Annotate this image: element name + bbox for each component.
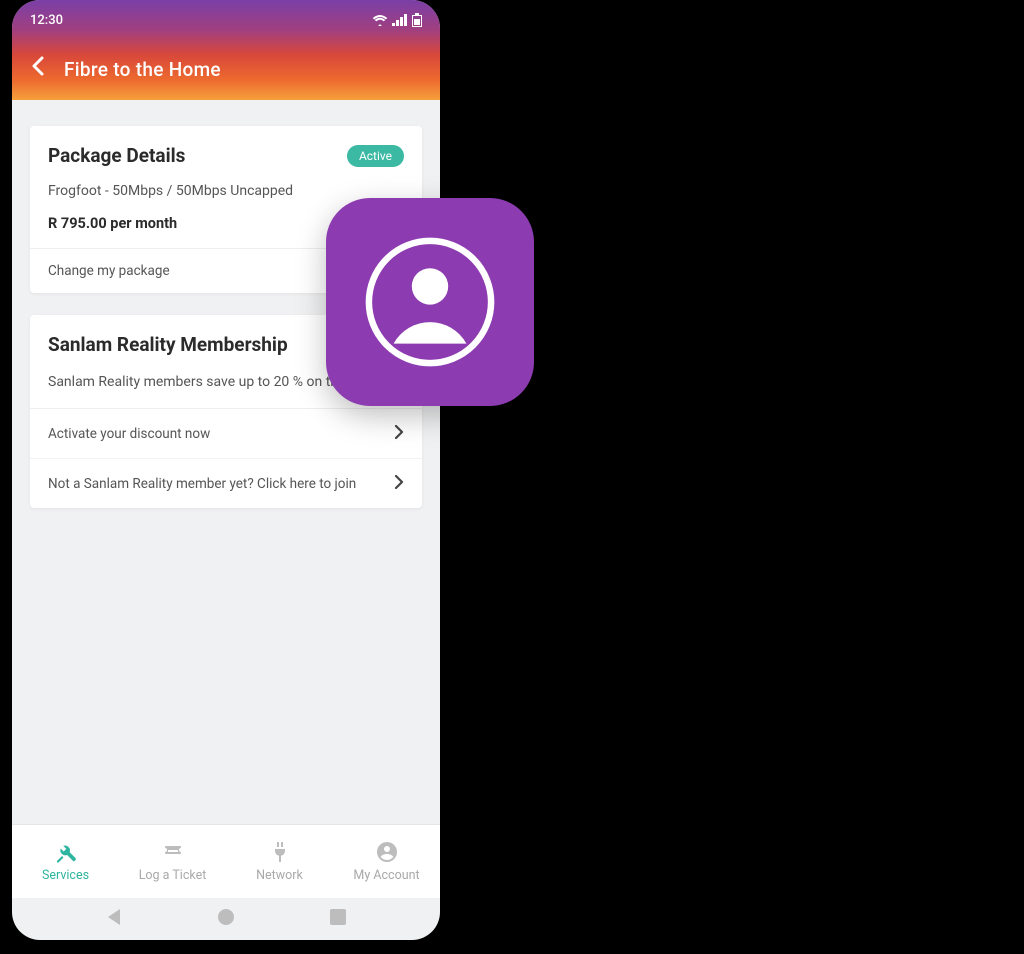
package-title: Package Details: [48, 144, 185, 167]
account-icon: [375, 840, 399, 864]
android-nav-bar: [12, 898, 440, 940]
profile-app-tile[interactable]: [326, 198, 534, 406]
battery-icon: [412, 13, 422, 27]
change-package-label: Change my package: [48, 263, 170, 279]
wifi-icon: [372, 14, 388, 26]
ticket-icon: [161, 840, 185, 864]
nav-services[interactable]: Services: [12, 825, 119, 898]
status-bar: 12:30: [30, 8, 422, 32]
android-back-button[interactable]: [103, 906, 125, 932]
plug-icon: [268, 840, 292, 864]
nav-log-ticket[interactable]: Log a Ticket: [119, 825, 226, 898]
nav-network[interactable]: Network: [226, 825, 333, 898]
nav-network-label: Network: [256, 868, 303, 883]
nav-my-account[interactable]: My Account: [333, 825, 440, 898]
chevron-right-icon: [394, 473, 404, 494]
android-recents-button[interactable]: [327, 906, 349, 932]
nav-services-label: Services: [42, 868, 89, 883]
back-button[interactable]: [30, 56, 44, 82]
person-circle-icon: [365, 237, 495, 367]
status-badge: Active: [347, 145, 404, 167]
status-icons: [372, 13, 422, 27]
status-time: 12:30: [30, 13, 63, 28]
activate-discount-link[interactable]: Activate your discount now: [30, 408, 422, 458]
package-plan: Frogfoot - 50Mbps / 50Mbps Uncapped: [48, 183, 404, 199]
join-membership-label: Not a Sanlam Reality member yet? Click h…: [48, 476, 356, 492]
app-header: 12:30 Fibre to the Home: [12, 0, 440, 100]
phone-frame: 12:30 Fibre to the Home Package Details …: [12, 0, 440, 940]
page-title: Fibre to the Home: [64, 58, 221, 81]
chevron-left-icon: [30, 56, 44, 76]
nav-account-label: My Account: [353, 868, 419, 883]
nav-ticket-label: Log a Ticket: [139, 868, 207, 883]
tools-icon: [54, 840, 78, 864]
activate-discount-label: Activate your discount now: [48, 426, 210, 442]
join-membership-link[interactable]: Not a Sanlam Reality member yet? Click h…: [30, 458, 422, 508]
chevron-right-icon: [394, 423, 404, 444]
signal-icon: [392, 14, 408, 26]
android-home-button[interactable]: [215, 906, 237, 932]
bottom-nav: Services Log a Ticket Network My Account: [12, 824, 440, 898]
